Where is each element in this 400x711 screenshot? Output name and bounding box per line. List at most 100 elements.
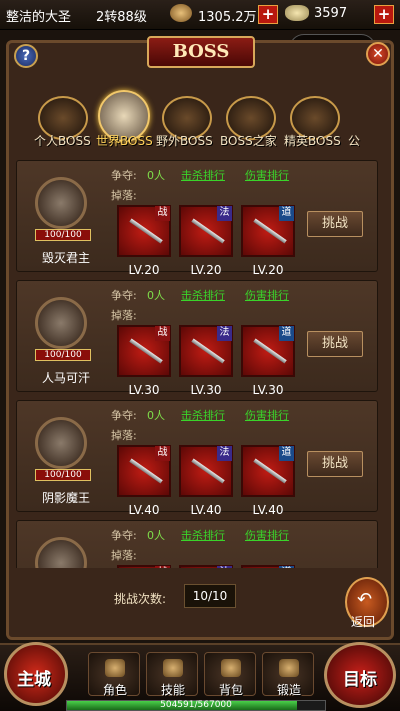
menu-label: 背包 bbox=[218, 683, 243, 697]
challenge-button[interactable]: 挑战 bbox=[307, 211, 363, 237]
contest-label: 争夺: bbox=[111, 169, 137, 182]
back-label: 返回 bbox=[351, 615, 376, 629]
challenge-count-area: 挑战次数: 10/10 bbox=[14, 576, 386, 626]
ingot-icon bbox=[285, 5, 309, 21]
contest-count: 0人 bbox=[147, 289, 165, 302]
weapon-icon bbox=[191, 458, 225, 484]
skill-book-icon bbox=[163, 659, 183, 677]
kill-rank-link[interactable]: 击杀排行 bbox=[181, 407, 225, 423]
tab-elite-boss[interactable]: 精英BOSS bbox=[284, 132, 341, 149]
exp-bar: 504591/567000 bbox=[66, 700, 326, 711]
tab-world-boss[interactable]: 世界BOSS bbox=[96, 132, 153, 149]
goal-button[interactable]: 目标 bbox=[324, 642, 396, 708]
menu-label: 技能 bbox=[160, 683, 185, 697]
class-badge: 战 bbox=[155, 206, 170, 221]
menu-character-button[interactable]: 角色 bbox=[88, 652, 140, 697]
drop-item[interactable]: 战 bbox=[117, 205, 171, 257]
boss-portrait bbox=[35, 537, 87, 568]
tab-more[interactable]: 公 bbox=[348, 132, 360, 149]
boss-category-tabs: 个人BOSS 世界BOSS 野外BOSS BOSS之家 精英BOSS 公 bbox=[12, 82, 388, 158]
damage-rank-link[interactable]: 伤害排行 bbox=[245, 167, 289, 183]
challenge-button[interactable]: 挑战 bbox=[307, 331, 363, 357]
weapon-icon bbox=[129, 338, 163, 364]
challenge-count-label: 挑战次数: bbox=[114, 592, 167, 606]
boss-row: 100/100 阴影魔王 争夺: 0人 击杀排行 伤害排行 掉落: 战 法 道 … bbox=[16, 400, 378, 517]
kill-rank-link[interactable]: 击杀排行 bbox=[181, 527, 225, 543]
drop-item[interactable]: 道 bbox=[241, 205, 295, 257]
helmet-icon bbox=[105, 659, 125, 677]
weapon-icon bbox=[129, 218, 163, 244]
menu-label: 锻造 bbox=[276, 683, 301, 697]
tab-field-boss[interactable]: 野外BOSS bbox=[156, 132, 213, 149]
gold-coin-icon bbox=[170, 4, 192, 22]
drop-item[interactable]: 法 bbox=[179, 565, 233, 568]
boss-portrait bbox=[35, 177, 87, 229]
drop-item[interactable]: 道 bbox=[241, 325, 295, 377]
drop-item[interactable]: 法 bbox=[179, 445, 233, 497]
drop-level: LV.40 bbox=[128, 503, 160, 517]
add-gold-button[interactable]: + bbox=[258, 5, 278, 24]
tab-personal-boss[interactable]: 个人BOSS bbox=[34, 132, 91, 149]
class-badge: 法 bbox=[217, 566, 232, 568]
boss-name: 阴影魔王 bbox=[41, 491, 90, 505]
kill-rank-link[interactable]: 击杀排行 bbox=[181, 167, 225, 183]
class-badge: 法 bbox=[217, 326, 232, 341]
menu-skill-button[interactable]: 技能 bbox=[146, 652, 198, 697]
weapon-icon bbox=[253, 218, 287, 244]
drop-level: LV.40 bbox=[252, 503, 284, 517]
drop-level: LV.40 bbox=[190, 503, 222, 517]
menu-bag-button[interactable]: 背包 bbox=[204, 652, 256, 697]
boss-name: 毁灭君主 bbox=[41, 251, 90, 265]
boss-hp-bar: 100/100 bbox=[35, 469, 91, 481]
help-button[interactable]: ? bbox=[14, 44, 38, 68]
weapon-icon bbox=[253, 338, 287, 364]
boss-list[interactable]: 100/100 毁灭君主 争夺: 0人 击杀排行 伤害排行 掉落: 战 法 道 … bbox=[16, 160, 388, 568]
goal-label: 目标 bbox=[343, 670, 377, 690]
drop-level: LV.20 bbox=[252, 263, 284, 277]
class-badge: 法 bbox=[217, 206, 232, 221]
damage-rank-link[interactable]: 伤害排行 bbox=[245, 287, 289, 303]
kill-rank-link[interactable]: 击杀排行 bbox=[181, 287, 225, 303]
contest-count: 0人 bbox=[147, 529, 165, 542]
drop-item[interactable]: 道 bbox=[241, 565, 295, 568]
boss-row: 争夺: 0人 击杀排行 伤害排行 掉落: 战 法 道 bbox=[16, 520, 378, 568]
drops-label: 掉落: bbox=[111, 309, 137, 322]
class-badge: 道 bbox=[279, 206, 294, 221]
damage-rank-link[interactable]: 伤害排行 bbox=[245, 527, 289, 543]
ingot-amount: 3597 bbox=[314, 6, 348, 21]
drop-item[interactable]: 战 bbox=[117, 325, 171, 377]
drop-level: LV.30 bbox=[252, 383, 284, 397]
gold-amount: 1305.2万 bbox=[198, 10, 257, 25]
boss-hp-bar: 100/100 bbox=[35, 349, 91, 361]
menu-label: 角色 bbox=[102, 683, 127, 697]
add-ingot-button[interactable]: + bbox=[374, 5, 394, 24]
damage-rank-link[interactable]: 伤害排行 bbox=[245, 407, 289, 423]
menu-forge-button[interactable]: 锻造 bbox=[262, 652, 314, 697]
contest-count: 0人 bbox=[147, 409, 165, 422]
top-status-bar: 整洁的大圣 2转88级 1305.2万 + 3597 + bbox=[0, 0, 400, 30]
drop-item[interactable]: 战 bbox=[117, 565, 171, 568]
class-badge: 战 bbox=[155, 446, 170, 461]
back-button[interactable]: ↶ 返回 bbox=[345, 577, 389, 629]
boss-portrait bbox=[35, 297, 87, 349]
main-city-button[interactable]: 主城 bbox=[4, 642, 68, 706]
weapon-icon bbox=[191, 338, 225, 364]
drop-level: LV.30 bbox=[190, 383, 222, 397]
tab-boss-home[interactable]: BOSS之家 bbox=[220, 132, 277, 149]
class-badge: 道 bbox=[279, 446, 294, 461]
drop-item[interactable]: 法 bbox=[179, 325, 233, 377]
anvil-icon bbox=[279, 659, 299, 677]
weapon-icon bbox=[129, 458, 163, 484]
drop-level: LV.20 bbox=[128, 263, 160, 277]
class-badge: 战 bbox=[155, 566, 170, 568]
class-badge: 道 bbox=[279, 326, 294, 341]
player-level: 2转88级 bbox=[96, 10, 147, 25]
drop-item[interactable]: 道 bbox=[241, 445, 295, 497]
drop-item[interactable]: 法 bbox=[179, 205, 233, 257]
drop-item[interactable]: 战 bbox=[117, 445, 171, 497]
boss-portrait bbox=[35, 417, 87, 469]
close-button[interactable]: ✕ bbox=[366, 42, 390, 66]
player-name: 整洁的大圣 bbox=[6, 10, 72, 25]
drops-label: 掉落: bbox=[111, 429, 137, 442]
challenge-button[interactable]: 挑战 bbox=[307, 451, 363, 477]
